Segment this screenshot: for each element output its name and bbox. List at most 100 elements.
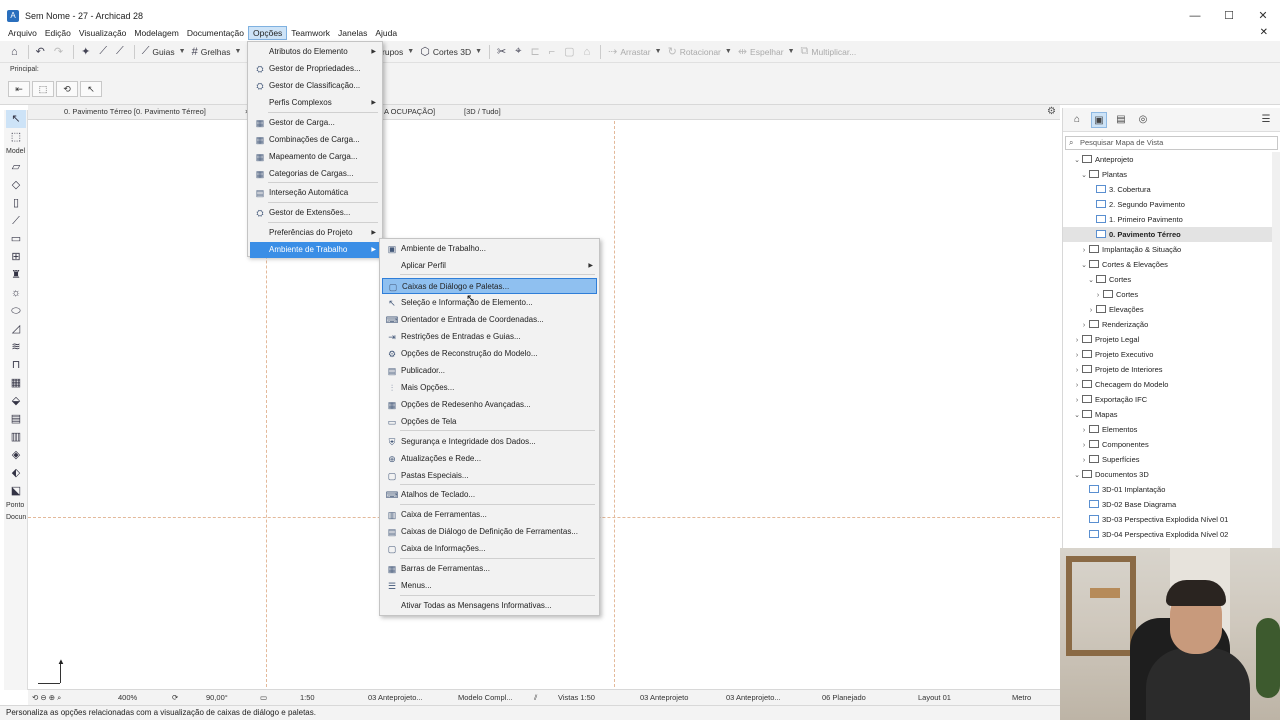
menu-item-seguranca-e-integridade-dos-dados[interactable]: ⛨ Segurança e Integridade dos Dados... — [382, 434, 597, 450]
tab-3d-view[interactable]: [3D / Tudo] — [458, 107, 507, 116]
menu-item-mais-opcoes[interactable]: ⫶ Mais Opções... — [382, 380, 597, 396]
chevron-right-icon[interactable]: › — [1080, 318, 1088, 333]
chevron-right-icon[interactable]: › — [1073, 378, 1081, 393]
multiply-button[interactable]: ⧉ Multiplicar... — [798, 43, 860, 61]
layout-value[interactable]: Layout 01 — [918, 693, 951, 702]
menu-item-gestor-de-classificacao[interactable]: ⛭ Gestor de Classificação... — [250, 78, 380, 94]
tree-item-elevacoes[interactable]: › Elevações — [1063, 302, 1273, 317]
menu-item-opcoes-de-redesenho-avancadas[interactable]: ▦ Opções de Redesenho Avançadas... — [382, 397, 597, 413]
menu-item-ativar-todas-as-mensagens-informativas[interactable]: Ativar Todas as Mensagens Informativas..… — [382, 598, 597, 614]
morph-tool-icon[interactable]: ⬙ — [6, 392, 26, 410]
chevron-down-icon[interactable]: ⌄ — [1080, 258, 1088, 273]
menu-item-opcoes-de-reconstrucao-do-modelo[interactable]: ⚙ Opções de Reconstrução do Modelo... — [382, 346, 597, 362]
tree-item-mapas[interactable]: ⌄ Mapas — [1063, 407, 1273, 422]
menu-item-gestor-de-extensoes[interactable]: ⛭ Gestor de Extensões... — [250, 205, 380, 221]
menu-modelagem[interactable]: Modelagem — [130, 26, 182, 40]
door-tool-icon[interactable]: ◇ — [6, 176, 26, 194]
chevron-right-icon[interactable]: › — [1073, 363, 1081, 378]
menu-item-atalhos-de-teclado[interactable]: ⌨ Atalhos de Teclado... — [382, 487, 597, 503]
opening-tool-icon[interactable]: ⬖ — [6, 464, 26, 482]
chevron-right-icon[interactable]: › — [1080, 423, 1088, 438]
menu-item-selecao-e-informacao-de-elemento[interactable]: ↖ Seleção e Informação de Elemento... — [382, 295, 597, 311]
tree-item-1-primeiro-pavimento[interactable]: 1. Primeiro Pavimento — [1063, 212, 1273, 227]
object-tool-icon[interactable]: ♜ — [6, 266, 26, 284]
close-window-button[interactable]: ✕ — [1246, 6, 1280, 26]
tree-item-projeto-de-interiores[interactable]: › Projeto de Interiores — [1063, 362, 1273, 377]
menu-item-atributos-do-elemento[interactable]: Atributos do Elemento ▶ — [250, 44, 380, 60]
navigator-menu-icon[interactable]: ☰ — [1258, 112, 1274, 128]
tree-item-3d-04-perspectiva-explodida-nivel-02[interactable]: 3D-04 Perspectiva Explodida Nível 02 — [1063, 527, 1273, 542]
minimize-button[interactable]: — — [1178, 6, 1212, 26]
menu-item-categorias-de-cargas[interactable]: ▦ Categorias de Cargas... — [250, 166, 380, 182]
chevron-right-icon[interactable]: › — [1080, 453, 1088, 468]
zone-tool-icon[interactable]: ▤ — [6, 410, 26, 428]
arrow-pointer-icon[interactable]: ↖ — [80, 81, 102, 97]
rotate-marquee-icon[interactable]: ⟲ — [56, 81, 78, 97]
tree-item-superficies[interactable]: › Superfícies — [1063, 452, 1273, 467]
menu-arquivo[interactable]: Arquivo — [4, 26, 41, 40]
wall-tool-icon[interactable]: ▱ — [6, 158, 26, 176]
tree-item-3d-01-implantacao[interactable]: 3D-01 Implantação — [1063, 482, 1273, 497]
chevron-right-icon[interactable]: › — [1080, 243, 1088, 258]
menu-documentacao[interactable]: Documentação — [183, 26, 248, 40]
maximize-button[interactable]: ☐ — [1212, 6, 1246, 26]
chevron-right-icon[interactable]: › — [1087, 303, 1095, 318]
shell-tool-icon[interactable]: ≋ — [6, 338, 26, 356]
offset-icon[interactable]: ▢ — [561, 43, 580, 61]
grids-dropdown[interactable]: # Grelhas ▼ — [189, 43, 245, 61]
explode-icon[interactable]: ⌂ — [581, 43, 597, 61]
menu-item-restricoes-de-entradas-e-guias[interactable]: ⇥ Restrições de Entradas e Guias... — [382, 329, 597, 345]
project-map-icon[interactable]: ⌂ — [1069, 112, 1085, 128]
tree-item-projeto-legal[interactable]: › Projeto Legal — [1063, 332, 1273, 347]
menu-item-pastas-especiais[interactable]: ▢ Pastas Especiais... — [382, 468, 597, 484]
undo-icon[interactable]: ↶ — [33, 43, 51, 61]
rotation-icon[interactable]: ⟳ — [172, 693, 178, 702]
drag-dropdown[interactable]: ⇢ Arrastar ▼ — [605, 43, 664, 61]
rotate-dropdown[interactable]: ↻ Rotacionar ▼ — [665, 43, 735, 61]
chevron-down-icon[interactable]: ⌄ — [1073, 153, 1081, 168]
skylight-tool-icon[interactable]: ◈ — [6, 446, 26, 464]
tree-item-cortes-elevacoes[interactable]: ⌄ Cortes & Elevações — [1063, 257, 1273, 272]
renovation-filter-value[interactable]: 06 Planejado — [822, 693, 866, 702]
menu-item-preferencias-do-projeto[interactable]: Preferências do Projeto ▶ — [250, 225, 380, 241]
close-project-icon[interactable]: ✕ — [1260, 26, 1268, 40]
curtain-wall-tool-icon[interactable]: ▦ — [6, 374, 26, 392]
menu-item-intersecao-automatica[interactable]: ▤ Interseção Automática — [250, 185, 380, 201]
view-map-search-input[interactable]: ⌕ Pesquisar Mapa de Vista — [1065, 136, 1278, 150]
tree-item-componentes[interactable]: › Componentes — [1063, 437, 1273, 452]
pick-up-icon[interactable]: ⟋ — [96, 43, 113, 61]
menu-item-caixa-de-ferramentas[interactable]: ▥ Caixa de Ferramentas... — [382, 507, 597, 523]
inject-icon[interactable]: ⟋ — [113, 43, 130, 61]
chevron-down-icon[interactable]: ⌄ — [1073, 408, 1081, 423]
chevron-down-icon[interactable]: ⌄ — [1087, 273, 1095, 288]
menu-janelas[interactable]: Janelas — [334, 26, 371, 40]
tree-item-implantacao-situacao[interactable]: › Implantação & Situação — [1063, 242, 1273, 257]
zoom-controls-icon[interactable]: ⟲ ⊖ ⊕ ⌕ — [32, 693, 61, 703]
tree-item-documentos-3d[interactable]: ⌄ Documentos 3D — [1063, 467, 1273, 482]
chevron-right-icon[interactable]: › — [1080, 438, 1088, 453]
menu-item-caixas-de-dialogo-e-paletas[interactable]: ▢ Caixas de Diálogo e Paletas... — [382, 278, 597, 294]
menu-ajuda[interactable]: Ajuda — [371, 26, 401, 40]
mirror-dropdown[interactable]: ⇹ Espelhar ▼ — [735, 43, 798, 61]
tree-item-cortes[interactable]: ⌄ Cortes — [1063, 272, 1273, 287]
chevron-right-icon[interactable]: › — [1073, 333, 1081, 348]
tree-item-elementos[interactable]: › Elementos — [1063, 422, 1273, 437]
tree-item-0-pavimento-terreo[interactable]: 0. Pavimento Térreo — [1063, 227, 1273, 242]
menu-item-gestor-de-propriedades[interactable]: ⛭ Gestor de Propriedades... — [250, 61, 380, 77]
views-value[interactable]: Vistas 1:50 — [558, 693, 595, 702]
magic-wand-icon[interactable]: ✦ — [78, 43, 96, 61]
menu-item-ambiente-de-trabalho[interactable]: ▣ Ambiente de Trabalho... — [382, 241, 597, 257]
column-tool-icon[interactable]: ▯ — [6, 194, 26, 212]
tab-options-icon[interactable]: ⚙ — [1047, 106, 1056, 117]
view-map-icon[interactable]: ▣ — [1091, 111, 1107, 128]
menu-item-opcoes-de-tela[interactable]: ▭ Opções de Tela — [382, 414, 597, 430]
layer-combination-value[interactable]: 03 Anteprojeto... — [368, 693, 423, 702]
3d-cuts-dropdown[interactable]: ⬡ Cortes 3D ▼ — [417, 43, 485, 61]
marquee-icon[interactable]: ⬚ — [32, 81, 54, 97]
navigator-scrollbar[interactable] — [1272, 152, 1280, 548]
railing-tool-icon[interactable]: ⊓ — [6, 356, 26, 374]
menu-item-combinacoes-de-carga[interactable]: ▦ Combinações de Carga... — [250, 132, 380, 148]
tree-item-plantas[interactable]: ⌄ Plantas — [1063, 167, 1273, 182]
redo-icon[interactable]: ↷ — [51, 43, 69, 61]
scale-value[interactable]: 1:50 — [300, 693, 315, 702]
